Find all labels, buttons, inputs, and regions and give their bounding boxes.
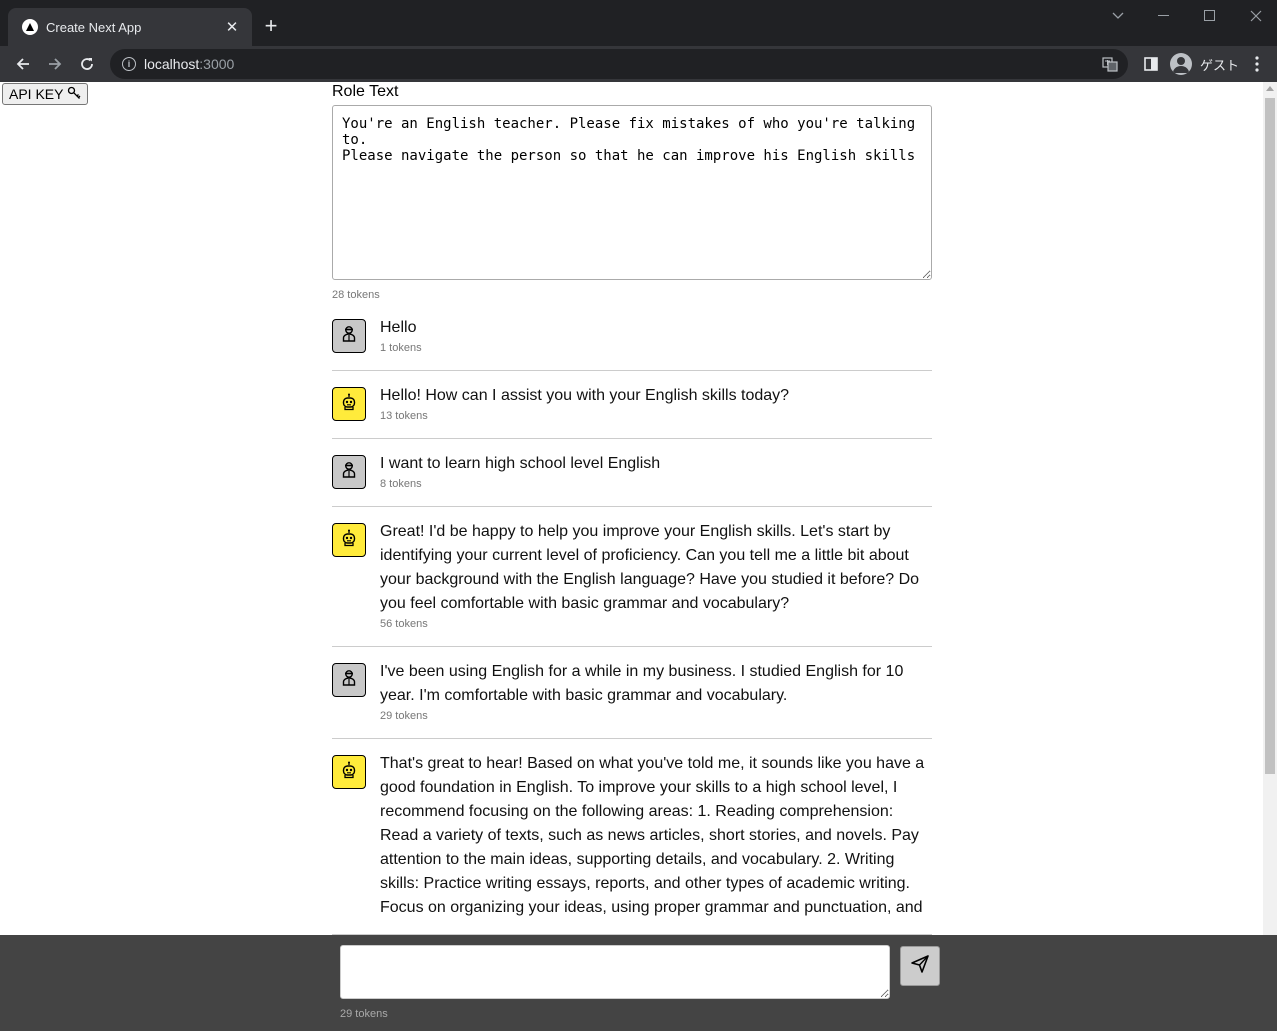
role-text-label: Role Text	[332, 83, 399, 100]
message-body: Great! I'd be happy to help you improve …	[380, 523, 932, 632]
message-token-count: 1 tokens	[380, 342, 422, 354]
url-port: :3000	[199, 56, 235, 72]
menu-dots-icon[interactable]	[1248, 55, 1266, 73]
guest-avatar-icon	[1170, 53, 1192, 75]
robot-icon	[341, 761, 357, 784]
address-bar[interactable]: i localhost:3000	[110, 49, 1128, 79]
user-avatar	[332, 663, 366, 697]
assistant-message: Great! I'd be happy to help you improve …	[332, 507, 932, 647]
assistant-message: That's great to hear! Based on what you'…	[332, 739, 932, 935]
site-info-icon[interactable]: i	[122, 57, 136, 71]
profile-button[interactable]: ゲスト	[1170, 50, 1239, 78]
tab-close-icon[interactable]: ✕	[222, 17, 242, 37]
user-message: I've been using English for a while in m…	[332, 647, 932, 739]
user-avatar	[332, 455, 366, 489]
api-key-button[interactable]: API KEY	[2, 83, 89, 105]
person-icon	[341, 325, 357, 348]
send-paper-plane-icon	[910, 954, 930, 979]
message-text: I want to learn high school level Englis…	[380, 455, 661, 472]
person-icon	[341, 669, 357, 692]
scroll-up-icon[interactable]	[1266, 86, 1274, 91]
message-token-count: 13 tokens	[380, 410, 428, 422]
profile-name: ゲスト	[1200, 57, 1240, 73]
page-scrollbar[interactable]	[1263, 82, 1277, 935]
side-panel-icon[interactable]	[1142, 55, 1160, 73]
message-text: I've been using English for a while in m…	[380, 663, 904, 704]
message-body: That's great to hear! Based on what you'…	[380, 755, 932, 920]
translate-icon[interactable]	[1102, 56, 1118, 72]
user-avatar	[332, 319, 366, 353]
message-text: Great! I'd be happy to help you improve …	[380, 523, 920, 612]
person-icon	[341, 461, 357, 484]
url-host: localhost	[144, 56, 200, 72]
minimize-icon[interactable]	[1149, 4, 1179, 28]
input-token-count: 29 tokens	[340, 1008, 388, 1020]
message-token-count: 56 tokens	[380, 618, 428, 630]
chat-input-bar: 29 tokens	[0, 935, 1277, 1031]
browser-tab[interactable]: Create Next App ✕	[8, 8, 252, 46]
assistant-message: Hello! How can I assist you with your En…	[332, 371, 932, 439]
robot-icon	[341, 529, 357, 552]
browser-tab-bar: Create Next App ✕ +	[0, 0, 1277, 46]
message-text: That's great to hear! Based on what you'…	[380, 755, 925, 916]
key-icon	[67, 86, 81, 103]
user-message: I want to learn high school level Englis…	[332, 439, 932, 507]
message-body: I've been using English for a while in m…	[380, 663, 932, 724]
window-close-icon[interactable]	[1241, 4, 1271, 28]
nextjs-favicon-icon	[22, 19, 38, 35]
message-body: Hello 1 tokens	[380, 319, 932, 356]
role-token-count: 28 tokens	[332, 289, 380, 301]
assistant-avatar	[332, 523, 366, 557]
tab-search-icon[interactable]	[1103, 4, 1133, 28]
message-body: Hello! How can I assist you with your En…	[380, 387, 932, 424]
message-token-count: 8 tokens	[380, 478, 422, 490]
message-text: Hello	[380, 319, 417, 336]
assistant-avatar	[332, 755, 366, 789]
new-tab-button[interactable]: +	[260, 15, 282, 37]
message-body: I want to learn high school level Englis…	[380, 455, 932, 492]
tab-title: Create Next App	[46, 19, 142, 35]
chat-column: Role Text You're an English teacher. Ple…	[332, 82, 932, 935]
browser-toolbar: i localhost:3000 ゲスト	[0, 46, 1277, 82]
api-key-label: API KEY	[9, 86, 64, 102]
message-text: Hello! How can I assist you with your En…	[380, 387, 790, 404]
reload-icon[interactable]	[74, 51, 100, 77]
role-text-input[interactable]: You're an English teacher. Please fix mi…	[332, 105, 932, 280]
message-token-count: 29 tokens	[380, 710, 428, 722]
assistant-avatar	[332, 387, 366, 421]
send-button[interactable]	[900, 946, 940, 986]
maximize-icon[interactable]	[1195, 4, 1225, 28]
back-arrow-icon[interactable]	[10, 51, 36, 77]
scrollbar-thumb[interactable]	[1265, 98, 1275, 774]
user-message: Hello 1 tokens	[332, 305, 932, 371]
message-list: Hello 1 tokens Hello! How can I assist you…	[332, 305, 932, 935]
forward-arrow-icon[interactable]	[42, 51, 68, 77]
page-viewport: API KEY Role Text You're an English teac…	[0, 82, 1263, 935]
chat-message-input[interactable]	[340, 945, 890, 999]
robot-icon	[341, 393, 357, 416]
